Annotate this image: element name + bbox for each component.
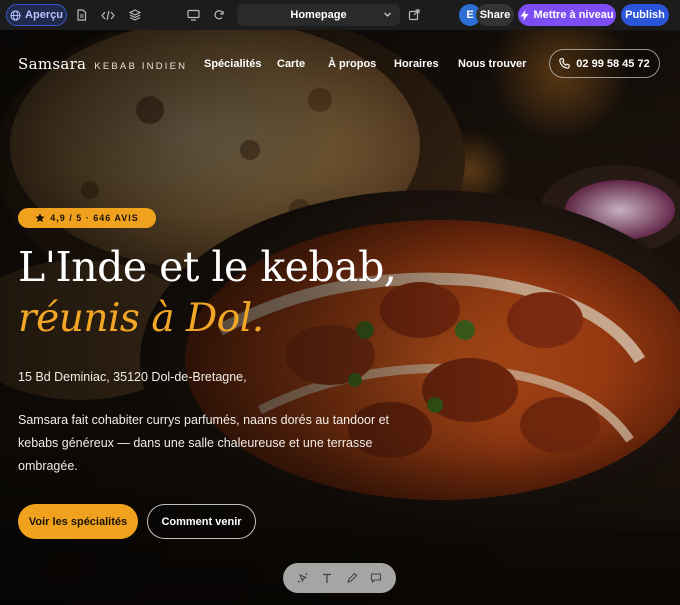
upgrade-label: Mettre à niveau	[533, 9, 614, 21]
publish-button[interactable]: Publish	[621, 4, 669, 26]
file-icon[interactable]	[71, 6, 91, 24]
desktop-icon[interactable]	[183, 6, 203, 24]
text-icon[interactable]	[318, 569, 336, 587]
nav-link-specialites[interactable]: Spécialités	[204, 58, 261, 70]
brand-tagline: KEBAB INDIEN	[94, 61, 188, 72]
globe-icon	[10, 9, 21, 21]
layers-icon[interactable]	[125, 6, 145, 24]
comment-icon[interactable]	[367, 569, 385, 587]
star-icon	[35, 213, 45, 222]
phone-button[interactable]: 02 99 58 45 72	[549, 49, 660, 78]
publish-label: Publish	[625, 9, 665, 21]
avatar-initial: E	[466, 9, 474, 21]
rating-badge: 4,9 / 5 · 646 AVIS	[18, 208, 156, 228]
site-canvas: Samsara KEBAB INDIEN Spécialités Carte À…	[0, 30, 680, 605]
share-button[interactable]: Share	[476, 4, 514, 26]
phone-icon	[559, 58, 571, 69]
brand-logo[interactable]: Samsara KEBAB INDIEN	[18, 55, 187, 73]
code-icon[interactable]	[98, 6, 118, 24]
pen-icon[interactable]	[343, 569, 361, 587]
specialties-button-label: Voir les spécialités	[28, 515, 128, 528]
hero-headline-line1: L'Inde et le kebab,	[18, 243, 397, 291]
specialties-button[interactable]: Voir les spécialités	[18, 504, 138, 539]
external-link-icon[interactable]	[404, 6, 424, 24]
hero-description: Samsara fait cohabiter currys parfumés, …	[18, 413, 390, 473]
nav-link-nous-trouver[interactable]: Nous trouver	[458, 58, 526, 70]
magic-select-icon[interactable]	[294, 569, 312, 587]
lightning-icon	[520, 9, 529, 21]
floating-edit-toolbar	[283, 563, 396, 593]
share-label: Share	[479, 9, 511, 21]
nav-link-a-propos[interactable]: À propos	[328, 58, 376, 70]
refresh-icon[interactable]	[209, 6, 229, 24]
nav-link-carte[interactable]: Carte	[277, 58, 305, 70]
phone-number: 02 99 58 45 72	[576, 57, 650, 70]
preview-label: Aperçu	[25, 9, 63, 21]
editor-topbar: Aperçu Homepage E Share Mettre à niveau …	[0, 0, 680, 30]
rating-text: 4,9 / 5 · 646 AVIS	[50, 213, 139, 223]
preview-button[interactable]: Aperçu	[6, 4, 67, 26]
page-select[interactable]: Homepage	[237, 4, 400, 26]
brand-name: Samsara	[18, 55, 87, 73]
directions-button-label: Comment venir	[161, 515, 242, 528]
hero-address: 15 Bd Deminiac, 35120 Dol-de-Bretagne,	[18, 370, 247, 384]
hero-headline-line2: réunis à Dol.	[18, 296, 264, 341]
directions-button[interactable]: Comment venir	[147, 504, 256, 539]
nav-link-horaires[interactable]: Horaires	[394, 58, 439, 70]
page-select-label: Homepage	[290, 9, 347, 21]
upgrade-button[interactable]: Mettre à niveau	[518, 4, 616, 26]
chevron-down-icon	[384, 12, 391, 17]
